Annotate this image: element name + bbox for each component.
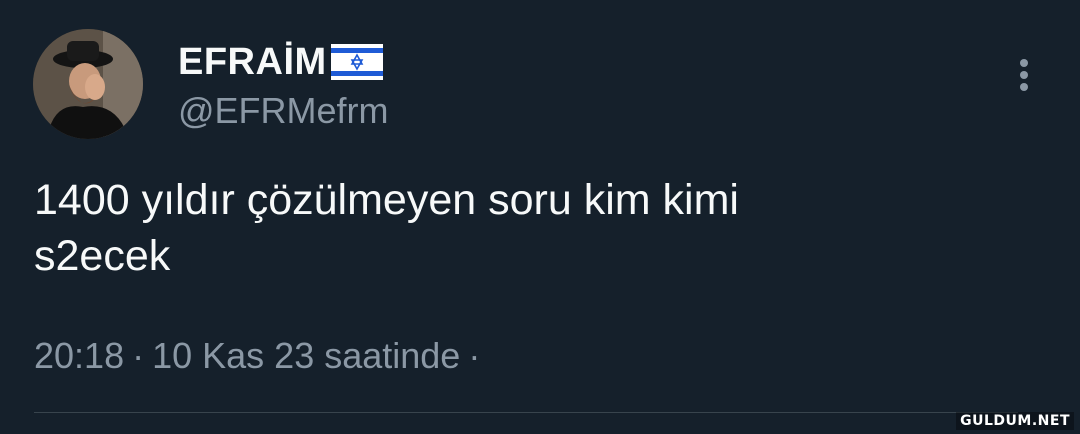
tweet-date[interactable]: 10 Kas 23 saatinde (152, 334, 460, 378)
meta-separator: · (132, 335, 145, 376)
meta-separator-trailing: · (468, 335, 481, 376)
more-dot-icon (1020, 83, 1028, 91)
tweet-time[interactable]: 20:18 (34, 334, 124, 378)
avatar-image (33, 29, 143, 139)
tweet-text: 1400 yıldır çözülmeyen soru kim kimi s2e… (34, 176, 739, 280)
author-handle[interactable]: @EFRMefrm (178, 90, 389, 132)
tweet-meta: 20:18 · 10 Kas 23 saatinde · (34, 334, 488, 378)
israel-flag-icon (330, 44, 383, 80)
more-dot-icon (1020, 59, 1028, 67)
display-name[interactable]: EFRAİM (178, 40, 327, 84)
tweet-card: EFRAİM @EFRMefrm 1400 yıldır çözülmeyen … (0, 0, 1080, 434)
watermark: GULDUM.NET (956, 412, 1074, 430)
more-dot-icon (1020, 71, 1028, 79)
avatar[interactable] (33, 29, 143, 139)
more-options-button[interactable] (1008, 55, 1040, 95)
divider (34, 412, 1018, 413)
author-name-row[interactable]: EFRAİM (178, 40, 383, 84)
